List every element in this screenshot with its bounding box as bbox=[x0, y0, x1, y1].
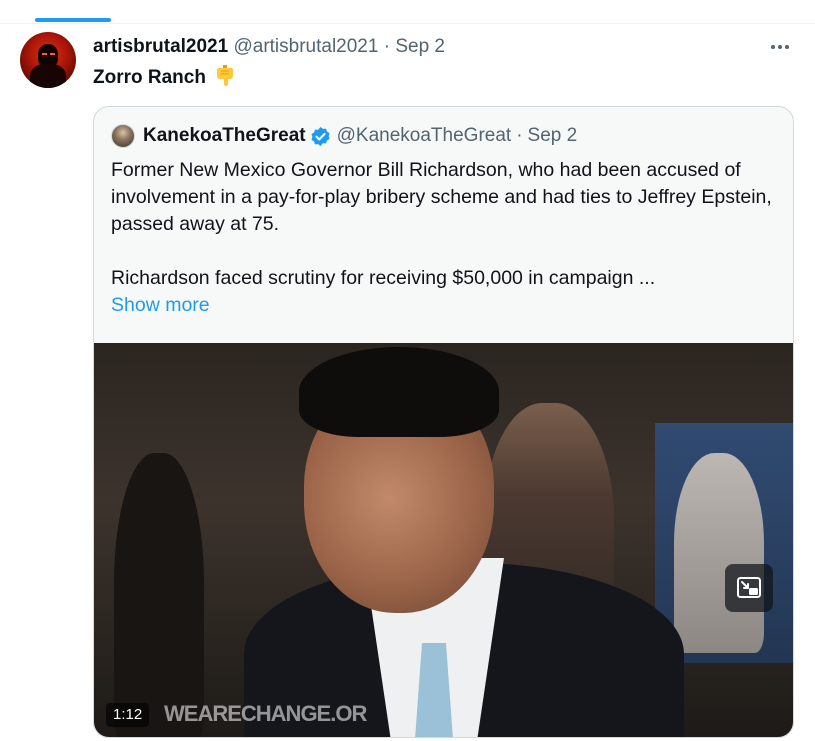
video-figure bbox=[674, 453, 764, 653]
avatar[interactable] bbox=[20, 32, 76, 88]
picture-in-picture-icon bbox=[737, 577, 761, 598]
video-figure bbox=[114, 453, 204, 737]
author-handle[interactable]: @artisbrutal2021 bbox=[233, 36, 378, 57]
video-watermark: WEARECHANGE.OR bbox=[164, 701, 367, 726]
separator: · bbox=[516, 125, 523, 146]
tweet-text-content: Zorro Ranch bbox=[93, 67, 206, 88]
quote-date[interactable]: Sep 2 bbox=[528, 124, 578, 148]
tab-active-indicator bbox=[35, 18, 111, 22]
picture-in-picture-button[interactable] bbox=[725, 564, 773, 612]
show-more-link[interactable]: Show more bbox=[111, 294, 210, 316]
more-options-button[interactable] bbox=[767, 34, 793, 60]
video-duration: 1:12 bbox=[106, 703, 150, 727]
tweet-date[interactable]: Sep 2 bbox=[395, 36, 445, 57]
quote-avatar[interactable] bbox=[111, 124, 135, 148]
quote-author-handle[interactable]: @KanekoaTheGreat bbox=[337, 124, 512, 148]
author-name[interactable]: artisbrutal2021 bbox=[93, 36, 228, 57]
tweet[interactable]: artisbrutal2021 @artisbrutal2021 · Sep 2… bbox=[0, 24, 815, 741]
avatar-figure-body bbox=[30, 64, 66, 88]
tweet-header: artisbrutal2021 @artisbrutal2021 · Sep 2 bbox=[93, 36, 445, 58]
quote-paragraph-2: Richardson faced scrutiny for receiving … bbox=[111, 267, 656, 289]
pointing-down-emoji-icon bbox=[214, 64, 236, 93]
more-horizontal-icon bbox=[771, 45, 775, 49]
quote-text: Former New Mexico Governor Bill Richards… bbox=[111, 157, 783, 319]
verified-badge-icon bbox=[311, 126, 330, 146]
video-player[interactable]: WEARECHANGE.OR 1:12 bbox=[94, 343, 793, 737]
tweet-text: Zorro Ranch bbox=[93, 64, 236, 93]
separator: · bbox=[383, 36, 391, 57]
quoted-tweet[interactable]: KanekoaTheGreat @KanekoaTheGreat · Sep 2… bbox=[93, 106, 794, 738]
quote-paragraph-1: Former New Mexico Governor Bill Richards… bbox=[111, 159, 772, 235]
quote-header: KanekoaTheGreat @KanekoaTheGreat · Sep 2 bbox=[111, 124, 577, 148]
quote-author-name[interactable]: KanekoaTheGreat bbox=[143, 124, 306, 148]
